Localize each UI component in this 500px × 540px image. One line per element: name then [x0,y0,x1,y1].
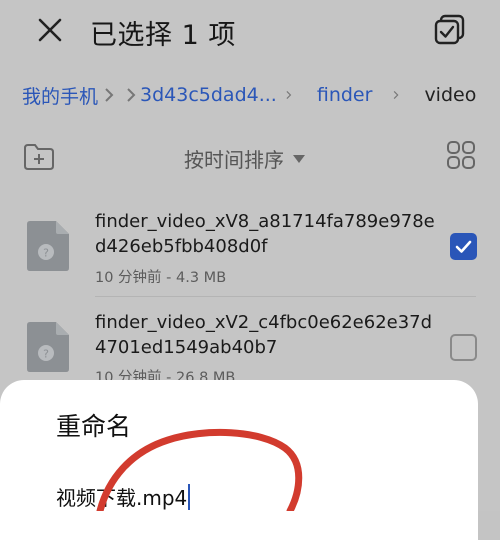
grid-view-icon[interactable] [446,140,476,170]
chevron-right-icon [286,91,292,99]
file-name: finder_video_xV8_a81714fa789e978ed426eb5… [95,211,435,257]
svg-text:?: ? [43,247,49,260]
breadcrumb-item-folder[interactable]: 3d43c5dad4... [140,84,277,106]
new-folder-icon[interactable] [22,142,56,172]
sort-dropdown[interactable]: 按时间排序 [184,144,306,173]
sort-label: 按时间排序 [184,148,284,172]
file-icon: ? [24,220,70,272]
text-cursor [188,483,191,510]
file-icon: ? [24,321,70,373]
breadcrumb: 我的手机 3d43c5dad4... finder video [22,80,476,110]
page-title: 已选择 1 项 [90,20,236,51]
rename-dialog: 重命名 视频下载.mp4 [0,380,478,540]
file-meta: 10 分钟前 - 4.3 MB [95,270,227,286]
row-divider [95,296,476,297]
list-item[interactable]: ? finder_video_xV8_a81714fa789e978ed426e… [0,200,500,300]
svg-text:?: ? [43,348,49,361]
breadcrumb-item-finder[interactable]: finder [317,84,373,106]
file-manager-screen: 已选择 1 项 我的手机 3d43c5dad4... finder video [0,0,500,540]
checkbox-unchecked[interactable] [450,334,477,361]
filename-input-value: 视频下载.mp4 [56,486,188,510]
breadcrumb-item-my-phone[interactable]: 我的手机 [22,82,98,109]
checkbox-checked[interactable] [450,233,477,260]
list-toolbar: 按时间排序 [0,138,500,178]
checkmark-icon [455,240,472,253]
chevron-right-icon [394,91,399,99]
close-icon[interactable] [34,14,66,46]
chevron-right-icon [105,88,136,102]
filename-input[interactable]: 视频下载.mp4 [56,482,191,511]
select-all-icon[interactable] [432,12,468,48]
file-name: finder_video_xV2_c4fbc0e62e62e37d4701ed1… [95,312,433,358]
selection-header: 已选择 1 项 [0,0,500,62]
dialog-title: 重命名 [56,412,132,441]
caret-down-icon [293,154,305,163]
breadcrumb-item-current: video [424,84,477,106]
